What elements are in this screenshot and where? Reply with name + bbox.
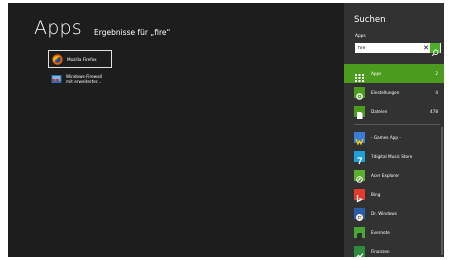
app-item[interactable]: Evernote: [344, 223, 444, 242]
firefox-icon: [52, 53, 63, 65]
app-item[interactable]: Finanzen: [344, 242, 444, 257]
category-apps[interactable]: Apps 2: [344, 64, 444, 83]
search-button[interactable]: [430, 43, 440, 57]
search-scope-label: Apps: [355, 34, 366, 39]
search-icon: [431, 49, 439, 57]
search-pane-title: Suchen: [354, 15, 386, 25]
firewall-icon: [51, 74, 62, 83]
app-item[interactable]: - Games App -: [344, 128, 444, 147]
games-app-icon: [354, 132, 365, 146]
result-label: Windows-Firewall mit erweiterter...: [66, 74, 102, 84]
dr-windows-icon: [354, 208, 365, 221]
settings-icon: [354, 87, 365, 100]
result-item-firefox[interactable]: Mozilla Firefox: [48, 50, 112, 68]
results-area: Apps Ergebnisse für „fire“ Mozilla Firef…: [8, 3, 344, 257]
acer-explorer-icon: [354, 170, 365, 183]
7digital-icon: [354, 151, 365, 165]
app-label: Dr. Windows: [371, 211, 397, 216]
app-item[interactable]: 7digital Music Store: [344, 147, 444, 166]
app-label: 7digital Music Store: [371, 154, 413, 159]
category-files[interactable]: Dateien 478: [344, 102, 444, 121]
app-label: Evernote: [371, 230, 390, 235]
evernote-icon: [354, 227, 365, 240]
bing-icon: [354, 189, 365, 203]
app-label: Bing: [371, 192, 381, 197]
category-label: Apps: [371, 71, 382, 76]
category-count: 4: [435, 90, 438, 95]
divider: [354, 124, 440, 125]
app-item[interactable]: Acer Explorer: [344, 166, 444, 185]
app-label: - Games App -: [371, 135, 401, 140]
clear-icon[interactable]: ✕: [422, 43, 430, 53]
app-label: Finanzen: [371, 249, 390, 254]
finance-icon: [354, 246, 365, 257]
app-label: Acer Explorer: [371, 173, 400, 178]
app-item[interactable]: Dr. Windows: [344, 204, 444, 223]
result-label: Mozilla Firefox: [67, 56, 97, 62]
app-item[interactable]: Bing: [344, 185, 444, 204]
category-count: 478: [430, 109, 438, 114]
search-screen: Apps Ergebnisse für „fire“ Mozilla Firef…: [8, 3, 444, 257]
search-pane: Suchen Apps ✕ Apps 2: [344, 3, 444, 257]
page-title: Apps: [34, 17, 82, 39]
category-count: 2: [435, 71, 438, 76]
category-label: Einstellungen: [371, 90, 400, 95]
scrollbar[interactable]: [441, 127, 443, 255]
files-icon: [354, 106, 365, 119]
results-subtitle: Ergebnisse für „fire“: [94, 28, 171, 37]
category-settings[interactable]: Einstellungen 4: [344, 83, 444, 102]
category-label: Dateien: [371, 109, 388, 114]
search-input[interactable]: [355, 43, 422, 53]
search-box: ✕: [355, 43, 441, 57]
apps-icon: [354, 68, 365, 82]
result-item-firewall[interactable]: Windows-Firewall mit erweiterter...: [48, 70, 112, 88]
